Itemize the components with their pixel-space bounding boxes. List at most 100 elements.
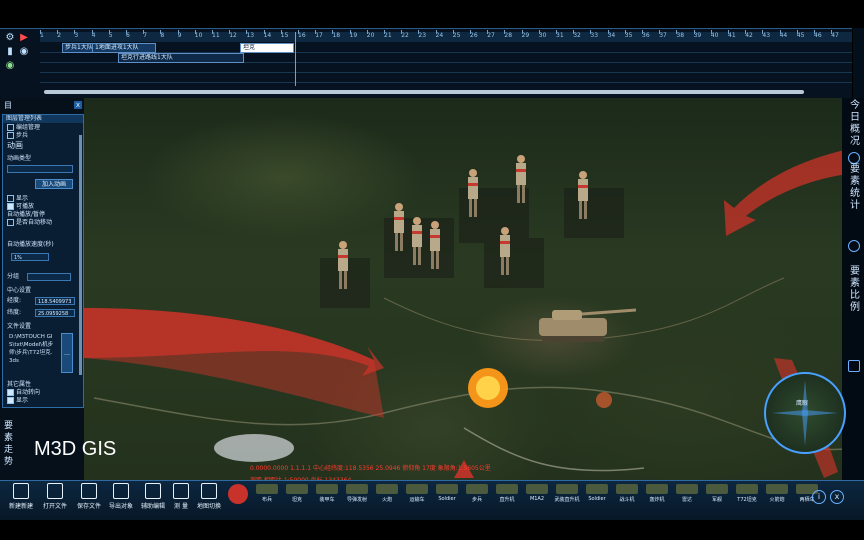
asset-item[interactable]: 战斗机 [612,484,642,503]
asset-item[interactable]: 直升机 [492,484,522,503]
asset-item[interactable]: 坦克 [282,484,312,503]
lon-label: 经度: [7,297,22,304]
asset-item[interactable]: Soldier [432,484,462,502]
minimap[interactable]: 鹰眼 [764,372,846,454]
soldier-model[interactable] [466,168,480,220]
timeline-tick: 37 [659,30,667,39]
asset-item[interactable]: 运输车 [402,484,432,503]
eye-icon[interactable]: ◉ [18,46,30,58]
eye-icon[interactable] [848,360,860,372]
save-file-button[interactable]: 保存文件 [72,483,106,510]
timeline-tick: 45 [796,30,805,39]
map-view[interactable] [84,98,854,508]
asset-item[interactable]: 导弹发射 [342,484,372,503]
timeline-tick: 29 [521,30,530,39]
brand-label: M3D GIS [34,438,117,460]
add-anim-button[interactable]: 加入动画 [35,179,73,189]
timeline-tick: 11 [212,30,220,39]
speed-input[interactable]: 1% [11,253,49,261]
timeline-tick: 31 [556,30,564,39]
soldier-model[interactable] [410,216,424,268]
asset-item[interactable]: 雷达 [672,484,702,503]
timeline-tick: 36 [642,30,650,39]
asset-item[interactable]: M1A2 [522,484,552,502]
tab-statistics[interactable]: 要素统计 [848,164,862,212]
panel-header: 图层管理列表 [3,115,83,123]
asset-item[interactable]: 武装直升机 [552,484,582,503]
timeline-tick: 26 [470,30,478,39]
timeline-tick: 14 [263,30,272,39]
follow-checkbox[interactable]: 是否自动移动 [7,219,52,227]
timeline-track[interactable] [40,72,852,83]
asset-item[interactable]: 布兵 [252,484,282,503]
import-button[interactable]: 导出对象 [104,483,138,510]
timeline-vscroll[interactable] [853,28,864,98]
timeline-tick: 42 [745,30,753,39]
open-file-button[interactable]: 打开文件 [38,483,72,510]
timeline-tick: 20 [366,30,375,39]
timeline-tick: 21 [384,30,392,39]
gear-icon[interactable]: ⚙ [4,32,16,44]
minimap-label: 鹰眼 [796,400,809,407]
timeline-tick: 13 [246,30,255,39]
tab-ratio[interactable]: 要素比例 [848,266,862,314]
timeline-tick: 18 [332,30,341,39]
close-icon[interactable]: x [830,490,844,504]
asset-item[interactable]: T72坦克 [732,484,762,503]
trend-tab[interactable]: 要素走势 [4,420,16,468]
soldier-model[interactable] [336,240,350,292]
timeline-tick: 27 [487,30,495,39]
asset-item[interactable]: 火炮 [372,484,402,503]
asset-item[interactable]: 军舰 [702,484,732,503]
lat-label: 纬度: [7,309,22,316]
new-button[interactable]: 新建新建 [4,483,38,510]
group-input[interactable] [27,273,71,281]
tab-overview[interactable]: 今日概况 [848,100,862,148]
timeline-tick: 35 [624,30,633,39]
stats-icon[interactable] [848,152,860,164]
terrain-button[interactable]: 地图切换 [192,483,226,510]
timeline-tick: 10 [194,30,203,39]
layer-panel: 图层管理列表 编组管理 步兵 动画 动画类型 加入动画 显示 可播放 自动播放/… [2,114,84,408]
soldier-model[interactable] [514,154,528,206]
timeline-tick: 6 [126,30,130,39]
play-icon[interactable]: ▶ [18,32,30,44]
panel-scrollbar[interactable] [79,135,82,375]
status-line: 0.0000.0000 1.1.1.1 中心经纬度:118.5356 25.09… [250,465,491,472]
auto-turn-checkbox[interactable]: 自动转向 [7,389,40,397]
show-checkbox[interactable]: 显示 [7,397,28,405]
tree-item[interactable]: 编组管理 [7,124,40,132]
soldier-model[interactable] [576,170,590,222]
ratio-icon[interactable] [848,240,860,252]
visibility-icon[interactable]: ◉ [4,60,16,72]
asset-item[interactable]: 火箭炮 [762,484,792,503]
soldier-model[interactable] [392,202,406,254]
anim-type-select[interactable] [7,165,73,173]
asset-item[interactable]: 步兵 [462,484,492,503]
lat-input[interactable]: 25.0959258 [35,309,75,317]
lon-input[interactable]: 118.5409973 [35,297,75,305]
play-checkbox[interactable]: 可播放 [7,203,34,211]
soldier-model[interactable] [498,226,512,278]
timeline-ruler[interactable]: 1 2 3 4 5 6 7 8 9 10 11 12 13 14 15 16 17 18 19 20 21 22 23 24 2… [40,30,852,42]
visible-checkbox[interactable]: 显示 [7,195,28,203]
tree-item[interactable]: 步兵 [7,132,28,140]
emblem-icon[interactable] [228,484,248,504]
asset-item[interactable]: Soldier [582,484,612,502]
soldier-model[interactable] [428,220,442,272]
timeline-scrollbar[interactable] [44,90,804,94]
asset-item[interactable]: 装甲车 [312,484,342,503]
edit-icon [145,483,161,499]
delete-icon[interactable]: ▮ [4,46,16,58]
left-strip-label: 目 [4,101,12,110]
timeline-tick: 8 [160,30,165,39]
info-icon[interactable]: i [812,490,826,504]
center-label: 中心设置 [7,287,32,294]
extra-label: 其它属性 [7,381,32,388]
browse-button[interactable]: … [61,333,73,373]
asset-item[interactable]: 轰炸机 [642,484,672,503]
close-icon[interactable]: x [74,101,82,109]
timeline-playhead[interactable] [295,32,296,86]
anim-type-label: 动画类型 [7,155,32,162]
timeline-tick: 33 [590,30,599,39]
